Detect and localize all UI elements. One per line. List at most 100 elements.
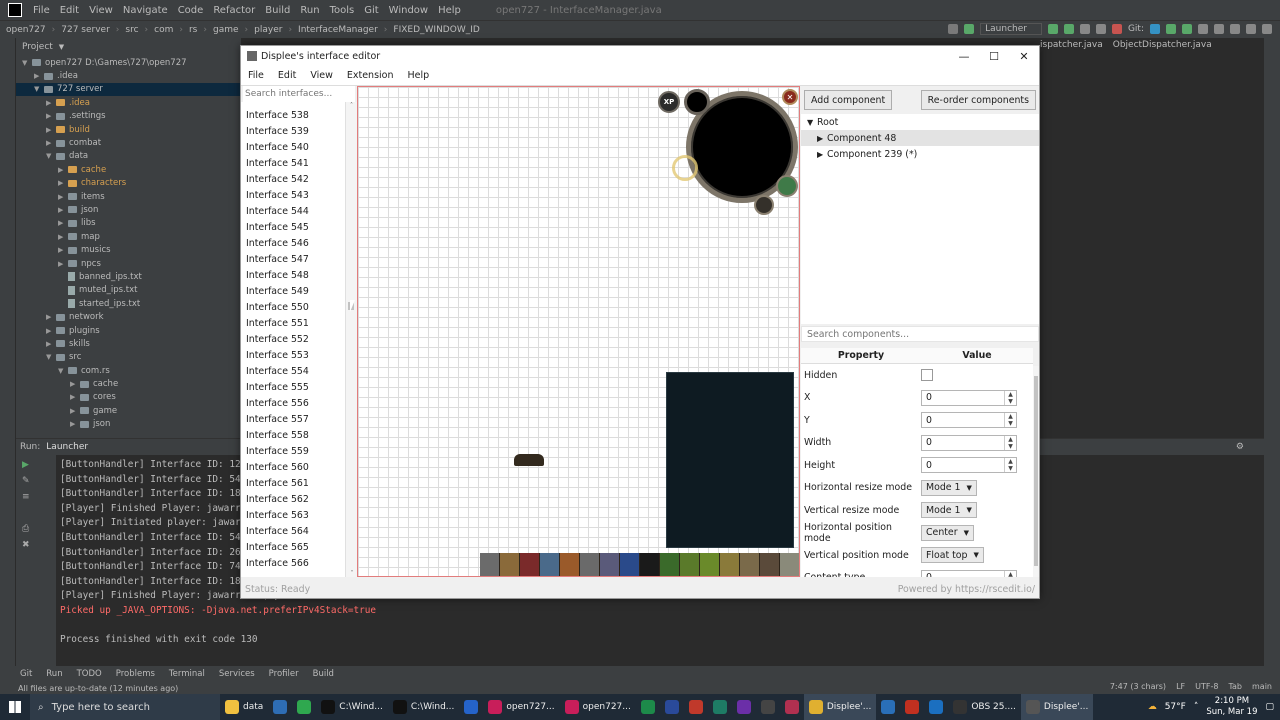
interface-list-item[interactable]: Interface 553: [241, 347, 345, 363]
breadcrumb-item[interactable]: InterfaceManager: [298, 25, 378, 35]
taskbar-app[interactable]: [876, 694, 900, 720]
game-tab-icon[interactable]: [500, 553, 520, 576]
breadcrumb-item[interactable]: open727: [6, 25, 46, 35]
build-icon[interactable]: [948, 24, 959, 34]
chevron-right-icon[interactable]: ▶: [46, 126, 56, 134]
property-dropdown[interactable]: Mode 1 ▼: [921, 479, 977, 496]
logout-orb-icon[interactable]: ✕: [782, 89, 798, 105]
tree-item[interactable]: started_ips.txt: [16, 297, 241, 310]
property-dropdown[interactable]: Mode 1 ▼: [921, 502, 977, 519]
interface-search-input[interactable]: [243, 86, 355, 102]
add-component-button[interactable]: Add component: [804, 90, 893, 110]
interface-list-item[interactable]: Interface 556: [241, 395, 345, 411]
tree-item[interactable]: banned_ips.txt: [16, 270, 241, 283]
tree-node-component[interactable]: ▶ Component 239 (*): [801, 146, 1039, 162]
interface-list-item[interactable]: Interface 543: [241, 187, 345, 203]
weather-temp[interactable]: 57°F: [1165, 702, 1186, 712]
game-tab-icon[interactable]: [720, 553, 740, 576]
interface-list-item[interactable]: Interface 557: [241, 411, 345, 427]
taskbar-app[interactable]: [292, 694, 316, 720]
print-icon[interactable]: ⎙: [22, 524, 29, 534]
tool-tab-run[interactable]: Run: [46, 669, 62, 679]
component-search-input[interactable]: [801, 326, 1039, 342]
interface-list-item[interactable]: Interface 548: [241, 267, 345, 283]
chevron-down-icon[interactable]: ▼: [807, 118, 817, 127]
rerun-icon[interactable]: ▶: [22, 460, 29, 470]
ide-menu-window[interactable]: Window: [384, 5, 433, 16]
interface-list-item[interactable]: Interface 540: [241, 139, 345, 155]
interface-list-item[interactable]: Interface 541: [241, 155, 345, 171]
chevron-down-icon[interactable]: ▼: [46, 152, 56, 160]
spinner-arrows-icon[interactable]: ▲▼: [1004, 458, 1016, 473]
tree-item[interactable]: ▼ data: [16, 150, 241, 163]
scroll-end-icon[interactable]: ≡: [22, 492, 30, 502]
tree-item[interactable]: ▶ musics: [16, 243, 241, 256]
tree-item[interactable]: ▶ map: [16, 230, 241, 243]
tree-item[interactable]: ▶ .settings: [16, 110, 241, 123]
chevron-right-icon[interactable]: ▶: [58, 179, 68, 187]
interface-list-item[interactable]: Interface 561: [241, 475, 345, 491]
git-update-icon[interactable]: [1150, 24, 1160, 34]
interface-list-item[interactable]: Interface 549: [241, 283, 345, 299]
tree-item[interactable]: ▼ com.rs: [16, 364, 241, 377]
chevron-down-icon[interactable]: ▼: [59, 43, 64, 51]
tree-item[interactable]: muted_ips.txt: [16, 284, 241, 297]
tree-item[interactable]: ▶ cores: [16, 391, 241, 404]
ide-menu-help[interactable]: Help: [433, 5, 466, 16]
chevron-right-icon[interactable]: ▶: [46, 99, 56, 107]
status-item[interactable]: LF: [1176, 682, 1185, 691]
ide-menu-file[interactable]: File: [28, 5, 55, 16]
game-tab-icon[interactable]: [780, 553, 799, 576]
tree-item[interactable]: ▶ npcs: [16, 257, 241, 270]
property-spinner[interactable]: 0 ▲▼: [921, 434, 1017, 451]
editor-tab[interactable]: ObjectDispatcher.java: [1113, 40, 1212, 56]
chevron-right-icon[interactable]: ▶: [58, 233, 68, 241]
status-item[interactable]: UTF-8: [1195, 682, 1218, 691]
interface-list-item[interactable]: Interface 547: [241, 251, 345, 267]
taskbar-app[interactable]: data: [220, 694, 268, 720]
tree-item[interactable]: ▼ 727 server: [16, 82, 241, 97]
stop-icon[interactable]: [1111, 24, 1122, 34]
tree-item[interactable]: ▶ cache: [16, 163, 241, 176]
taskbar-app[interactable]: [708, 694, 732, 720]
interface-list-item[interactable]: Interface 554: [241, 363, 345, 379]
tool-tab-build[interactable]: Build: [313, 669, 334, 679]
breadcrumb-item[interactable]: player: [254, 25, 282, 35]
inventory-panel[interactable]: [666, 372, 794, 548]
tree-item[interactable]: ▶ items: [16, 190, 241, 203]
taskbar-app[interactable]: [684, 694, 708, 720]
project-header-label[interactable]: Project: [22, 42, 53, 52]
interface-list-scrollbar[interactable]: ˄ ˅: [345, 102, 357, 577]
taskbar-app[interactable]: open727...: [483, 694, 559, 720]
taskbar-app[interactable]: C:\Wind...: [388, 694, 460, 720]
interface-list-item[interactable]: Interface 564: [241, 523, 345, 539]
editor-menu-extension[interactable]: Extension: [340, 70, 401, 81]
status-item[interactable]: 7:47 (3 chars): [1110, 682, 1166, 691]
chevron-right-icon[interactable]: ▶: [58, 260, 68, 268]
taskbar-app[interactable]: Displee'...: [803, 694, 877, 720]
tree-item[interactable]: ▶ libs: [16, 217, 241, 230]
weather-icon[interactable]: ☁: [1148, 702, 1157, 712]
property-spinner[interactable]: 0 ▲▼: [921, 412, 1017, 429]
tree-item[interactable]: ▶ game: [16, 404, 241, 417]
ide-menu-code[interactable]: Code: [173, 5, 209, 16]
breadcrumb-item[interactable]: 727 server: [61, 25, 110, 35]
debug-icon[interactable]: [1063, 24, 1074, 34]
editor-menu-edit[interactable]: Edit: [271, 70, 303, 81]
close-button[interactable]: ✕: [1009, 50, 1039, 63]
property-spinner[interactable]: 0 ▲▼: [921, 457, 1017, 474]
notifications-icon[interactable]: ▢: [1265, 702, 1274, 712]
taskbar-app[interactable]: [900, 694, 924, 720]
tree-item[interactable]: ▶ plugins: [16, 324, 241, 337]
tool-tab-git[interactable]: Git: [20, 669, 32, 679]
ide-menu-view[interactable]: View: [84, 5, 118, 16]
chevron-right-icon[interactable]: ▶: [817, 134, 827, 143]
property-scroll-thumb[interactable]: [1034, 376, 1038, 566]
taskbar-app[interactable]: [756, 694, 780, 720]
game-tab-icon[interactable]: [760, 553, 780, 576]
ide-menu-build[interactable]: Build: [260, 5, 295, 16]
wrench-icon[interactable]: ✎: [22, 476, 30, 486]
game-tab-icon[interactable]: [540, 553, 560, 576]
breadcrumb-item[interactable]: rs: [189, 25, 197, 35]
taskbar-app[interactable]: [780, 694, 804, 720]
